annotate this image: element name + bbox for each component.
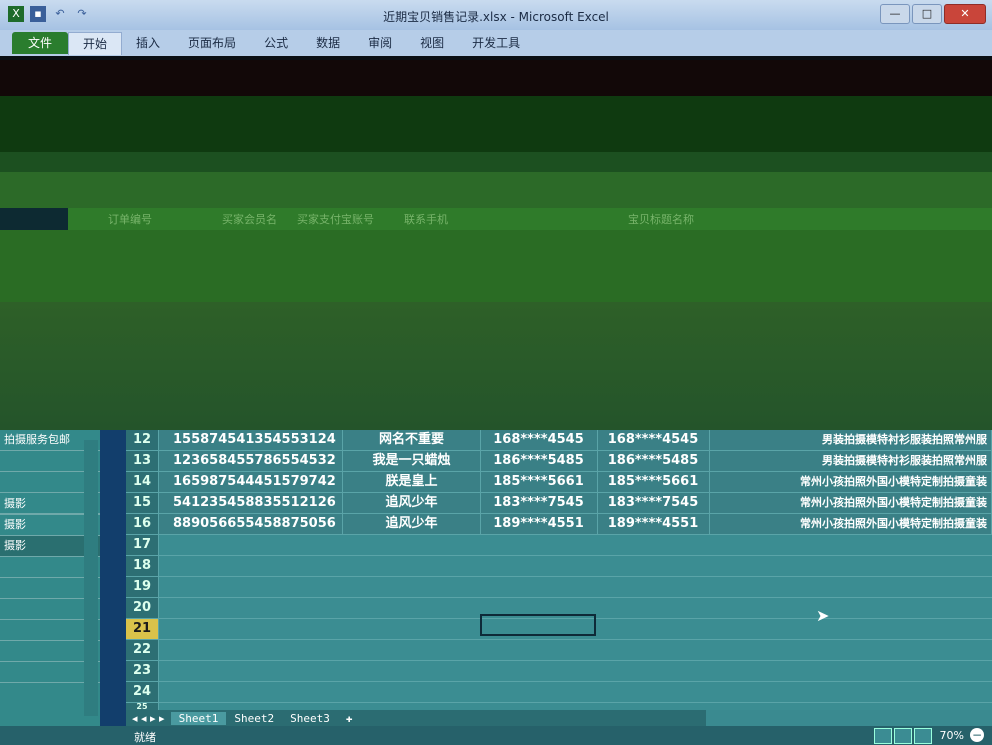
cell-alipay[interactable]: 189****4551 [480,514,598,534]
row-header[interactable]: 18 [126,556,159,576]
spreadsheet-grid[interactable]: 12 155874541354553124 网名不重要 168****4545 … [126,430,992,711]
close-button[interactable]: ✕ [944,4,986,24]
cell-buyer[interactable]: 我是一只蜡烛 [343,451,481,471]
split-bar [100,430,126,726]
table-row[interactable]: 18 [126,556,992,577]
cell-order-id[interactable]: 889056655458875056 [159,514,343,534]
header-order-id: 订单编号 [108,213,152,226]
corrupted-band [0,230,992,302]
row-header[interactable]: 16 [126,514,159,534]
active-cell-selection[interactable] [480,614,596,636]
tab-sheet2[interactable]: Sheet2 [226,712,282,725]
cell-title[interactable]: 常州小孩拍照外国小模特定制拍摄童装 [709,493,992,513]
corrupted-band [0,172,992,208]
cell-buyer[interactable]: 网名不重要 [343,430,481,450]
horizontal-scrollbar[interactable] [706,710,992,726]
tab-sheet3[interactable]: Sheet3 [282,712,338,725]
header-buyer: 买家会员名 [222,213,277,226]
row-header[interactable]: 20 [126,598,159,618]
zoom-out-icon[interactable]: − [970,728,984,742]
row-header[interactable]: 24 [126,682,159,702]
table-row[interactable]: 24 [126,682,992,703]
cell-buyer[interactable]: 追风少年 [343,493,481,513]
page-layout-view-icon[interactable] [894,728,912,744]
cell-alipay[interactable]: 183****7545 [480,493,598,513]
table-row[interactable]: 17 [126,535,992,556]
tab-review[interactable]: 审阅 [354,32,406,54]
cell-order-id[interactable]: 541235458835512126 [159,493,343,513]
cell-order-id[interactable]: 123658455786554532 [159,451,343,471]
tab-page-layout[interactable]: 页面布局 [174,32,250,54]
cell-phone[interactable]: 168****4545 [597,430,710,450]
table-row[interactable]: 25 [126,703,992,711]
row-header[interactable]: 25 [126,703,159,711]
left-pane-scrollbar[interactable] [84,440,98,716]
cell-title[interactable]: 男装拍摄模特衬衫服装拍照常州服 [709,451,992,471]
status-ready: 就绪 [134,731,156,744]
cell-phone[interactable]: 185****5661 [597,472,710,492]
row-header[interactable]: 22 [126,640,159,660]
minimize-button[interactable]: — [880,4,910,24]
tab-data[interactable]: 数据 [302,32,354,54]
header-phone: 联系手机 [404,213,448,226]
cell-buyer[interactable]: 追风少年 [343,514,481,534]
row-header-selected[interactable]: 21 [126,619,159,639]
header-alipay: 买家支付宝账号 [297,213,374,226]
status-bar: 就绪 70% − [0,726,992,745]
table-row[interactable]: 12 155874541354553124 网名不重要 168****4545 … [126,430,992,451]
cell-title[interactable]: 男装拍摄模特衬衫服装拍照常州服 [709,430,992,450]
table-row[interactable]: 16 889056655458875056 追风少年 189****4551 1… [126,514,992,535]
cell-phone[interactable]: 186****5485 [597,451,710,471]
title-bar: X ▪ ↶ ↷ 近期宝贝销售记录.xlsx - Microsoft Excel … [0,0,992,30]
column-header-row: 订单编号 买家会员名 买家支付宝账号 联系手机 宝贝标题名称 [68,208,992,230]
cell-buyer[interactable]: 朕是皇上 [343,472,481,492]
page-break-view-icon[interactable] [914,728,932,744]
row-header[interactable]: 12 [126,430,159,450]
tab-home[interactable]: 开始 [68,31,123,55]
window-title: 近期宝贝销售记录.xlsx - Microsoft Excel [383,10,609,24]
view-buttons [874,728,932,744]
ribbon-glitch [0,60,992,96]
cell-title[interactable]: 常州小孩拍照外国小模特定制拍摄童装 [709,514,992,534]
insert-sheet-icon[interactable]: ✚ [338,712,361,725]
table-row[interactable]: 15 541235458835512126 追风少年 183****7545 1… [126,493,992,514]
row-header[interactable]: 13 [126,451,159,471]
cell-alipay[interactable]: 185****5661 [480,472,598,492]
tab-formulas[interactable]: 公式 [250,32,302,54]
row-header[interactable]: 17 [126,535,159,555]
tab-view[interactable]: 视图 [406,32,458,54]
cell-alipay[interactable]: 186****5485 [480,451,598,471]
table-row[interactable]: 23 [126,661,992,682]
row-header[interactable]: 14 [126,472,159,492]
table-row[interactable]: 19 [126,577,992,598]
sheet-nav-arrows[interactable]: ◂ ◂ ▸ ▸ [126,712,171,725]
tab-developer[interactable]: 开发工具 [458,32,534,54]
cell-phone[interactable]: 183****7545 [597,493,710,513]
ribbon-glitch-lower [0,96,992,152]
table-row[interactable]: 13 123658455786554532 我是一只蜡烛 186****5485… [126,451,992,472]
cell-phone[interactable]: 189****4551 [597,514,710,534]
window-controls: — □ ✕ [880,4,986,24]
row-header[interactable]: 19 [126,577,159,597]
row-header[interactable]: 23 [126,661,159,681]
cell-alipay[interactable]: 168****4545 [480,430,598,450]
cell-order-id[interactable]: 165987544451579742 [159,472,343,492]
maximize-button[interactable]: □ [912,4,942,24]
row-header[interactable]: 15 [126,493,159,513]
ribbon-tabs: 文件 开始 插入 页面布局 公式 数据 审阅 视图 开发工具 [0,30,992,56]
tab-insert[interactable]: 插入 [122,32,174,54]
tab-sheet1[interactable]: Sheet1 [170,711,227,725]
table-row[interactable]: 14 165987544451579742 朕是皇上 185****5661 1… [126,472,992,493]
table-row[interactable]: 22 [126,640,992,661]
cell-order-id[interactable]: 155874541354553124 [159,430,343,450]
tab-file[interactable]: 文件 [12,32,69,54]
cell-title[interactable]: 常州小孩拍照外国小模特定制拍摄童装 [709,472,992,492]
header-title: 宝贝标题名称 [628,213,694,226]
corrupted-band [0,302,992,430]
mouse-pointer-icon: ➤ [816,606,830,625]
normal-view-icon[interactable] [874,728,892,744]
zoom-level[interactable]: 70% [940,729,964,742]
formula-bar[interactable] [0,152,992,172]
